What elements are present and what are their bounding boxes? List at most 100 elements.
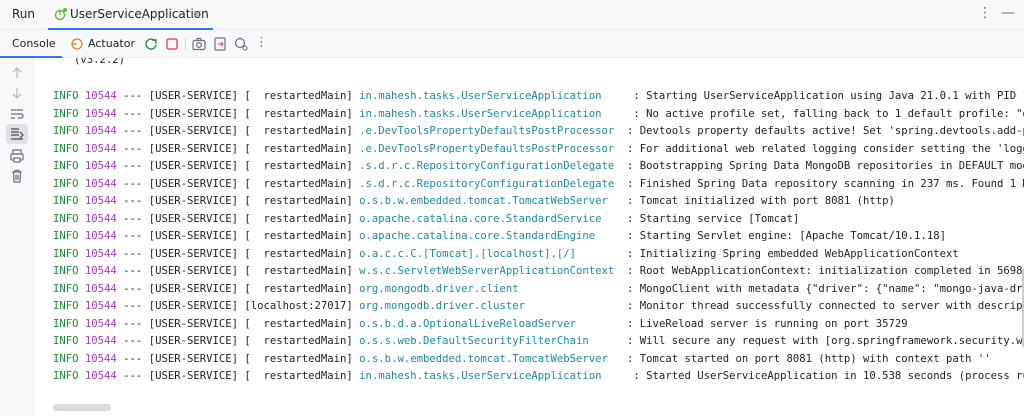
log-thread: [ restartedMain] — [237, 282, 360, 295]
log-level: INFO — [53, 282, 79, 295]
log-pid: 10544 — [84, 160, 117, 172]
run-tool-window-title: Run — [12, 7, 36, 21]
log-line: INFO 10544 --- [USER-SERVICE] [localhost… — [53, 299, 1024, 313]
log-line: INFO 10544 --- [USER-SERVICE] [ restarte… — [53, 177, 1024, 191]
log-line: INFO 10544 --- [USER-SERVICE] [ restarte… — [53, 107, 1024, 121]
log-message: : Initializing Spring embedded WebApplic… — [620, 247, 959, 260]
minimize-icon[interactable]: — — [1001, 5, 1015, 21]
tab-console[interactable]: Console — [12, 37, 56, 50]
log-message: : Starting UserServiceApplication using … — [627, 90, 1024, 102]
horizontal-scrollbar[interactable] — [53, 404, 111, 411]
log-line: INFO 10544 --- [USER-SERVICE] [ restarte… — [53, 282, 1024, 296]
log-separator: --- — [116, 265, 149, 277]
log-separator: --- — [116, 282, 149, 295]
console-gutter — [0, 58, 34, 416]
log-separator: --- — [116, 195, 149, 207]
log-pid: 10544 — [84, 90, 117, 102]
log-app-name: [USER-SERVICE] — [148, 177, 238, 190]
log-level: INFO — [53, 125, 79, 137]
log-separator: --- — [116, 230, 149, 242]
soft-wrap-icon[interactable] — [9, 106, 25, 122]
tab-close-icon[interactable]: × — [192, 7, 202, 21]
log-message: : MongoClient with metadata {"driver": {… — [620, 282, 1024, 295]
log-separator: --- — [116, 352, 149, 365]
stop-icon[interactable] — [164, 36, 180, 52]
log-thread: [ restartedMain] — [237, 370, 360, 382]
log-logger: o.a.c.c.C.[Tomcat].[localhost].[/] — [359, 247, 621, 260]
log-pid: 10544 — [84, 300, 117, 312]
log-message: : Tomcat initialized with port 8081 (htt… — [620, 195, 895, 207]
log-app-name: [USER-SERVICE] — [148, 212, 238, 225]
log-level: INFO — [53, 352, 79, 365]
spring-version-line: (v3.2.2) — [74, 58, 126, 66]
log-level: INFO — [53, 212, 79, 225]
log-pid: 10544 — [84, 282, 117, 295]
print-icon[interactable] — [9, 148, 25, 164]
log-app-name: [USER-SERVICE] — [148, 300, 238, 312]
log-app-name: [USER-SERVICE] — [148, 160, 238, 172]
log-line: INFO 10544 --- [USER-SERVICE] [ restarte… — [53, 124, 1024, 138]
log-level: INFO — [53, 317, 79, 330]
actuator-label: Actuator — [88, 37, 135, 50]
log-thread: [ restartedMain] — [237, 125, 360, 137]
log-separator: --- — [116, 300, 149, 312]
log-thread: [ restartedMain] — [237, 265, 360, 277]
log-pid: 10544 — [84, 142, 117, 155]
log-separator: --- — [116, 142, 149, 155]
log-level: INFO — [53, 195, 79, 207]
log-level: INFO — [53, 177, 79, 190]
log-separator: --- — [116, 335, 149, 347]
log-separator: --- — [116, 317, 149, 330]
log-pid: 10544 — [84, 247, 117, 260]
log-thread: [ restartedMain] — [237, 107, 360, 120]
log-thread: [ restartedMain] — [237, 177, 360, 190]
more-options-icon[interactable]: ⋮ — [978, 5, 992, 21]
log-separator: --- — [116, 212, 149, 225]
log-pid: 10544 — [84, 212, 117, 225]
log-app-name: [USER-SERVICE] — [148, 282, 238, 295]
log-app-name: [USER-SERVICE] — [148, 195, 238, 207]
console-toolbar: Console Actuator ⋮ — [0, 30, 1024, 58]
log-separator: --- — [116, 125, 149, 137]
log-message: : Finished Spring Data repository scanni… — [620, 177, 1024, 190]
log-separator: --- — [116, 107, 149, 120]
scroll-to-end-toggle[interactable] — [6, 124, 28, 144]
log-app-name: [USER-SERVICE] — [148, 125, 238, 137]
log-line: INFO 10544 --- [USER-SERVICE] [ restarte… — [53, 212, 799, 226]
log-thread: [ restartedMain] — [237, 317, 360, 330]
rerun-icon[interactable] — [143, 36, 159, 52]
trash-icon[interactable] — [9, 168, 25, 184]
log-line: INFO 10544 --- [USER-SERVICE] [ restarte… — [53, 194, 895, 208]
log-thread: [ restartedMain] — [237, 160, 360, 172]
arrow-down-icon[interactable] — [9, 85, 25, 101]
log-line: INFO 10544 --- [USER-SERVICE] [ restarte… — [53, 247, 959, 261]
log-level: INFO — [53, 247, 79, 260]
camera-icon[interactable] — [191, 36, 207, 52]
log-separator: --- — [116, 160, 149, 172]
log-message: : Bootstrapping Spring Data MongoDB repo… — [620, 160, 1024, 172]
log-app-name: [USER-SERVICE] — [148, 265, 238, 277]
log-level: INFO — [53, 107, 79, 120]
console-output[interactable]: (v3.2.2) INFO 10544 --- [USER-SERVICE] [… — [34, 58, 1024, 416]
log-app-name: [USER-SERVICE] — [148, 230, 238, 242]
log-thread: [ restartedMain] — [237, 90, 360, 102]
log-separator: --- — [116, 90, 149, 102]
log-message: : Devtools property defaults active! Set… — [620, 125, 1024, 137]
log-level: INFO — [53, 90, 79, 102]
log-message: : Started UserServiceApplication in 10.5… — [627, 370, 1024, 382]
log-line: INFO 10544 --- [USER-SERVICE] [ restarte… — [53, 89, 1024, 103]
tab-user-service-application[interactable]: UserServiceApplication × — [48, 0, 213, 30]
log-separator: --- — [116, 370, 149, 382]
debug-settings-icon[interactable] — [233, 36, 249, 52]
log-line: INFO 10544 --- [USER-SERVICE] [ restarte… — [53, 264, 1024, 278]
log-app-name: [USER-SERVICE] — [148, 352, 238, 365]
log-level: INFO — [53, 370, 79, 382]
exit-icon[interactable] — [212, 36, 228, 52]
log-app-name: [USER-SERVICE] — [148, 335, 238, 347]
log-line: INFO 10544 --- [USER-SERVICE] [ restarte… — [53, 352, 991, 366]
log-level: INFO — [53, 160, 79, 172]
toolbar-more-icon[interactable]: ⋮ — [255, 35, 268, 50]
log-line: INFO 10544 --- [USER-SERVICE] [ restarte… — [53, 317, 908, 331]
log-pid: 10544 — [84, 230, 117, 242]
arrow-up-icon[interactable] — [9, 65, 25, 81]
